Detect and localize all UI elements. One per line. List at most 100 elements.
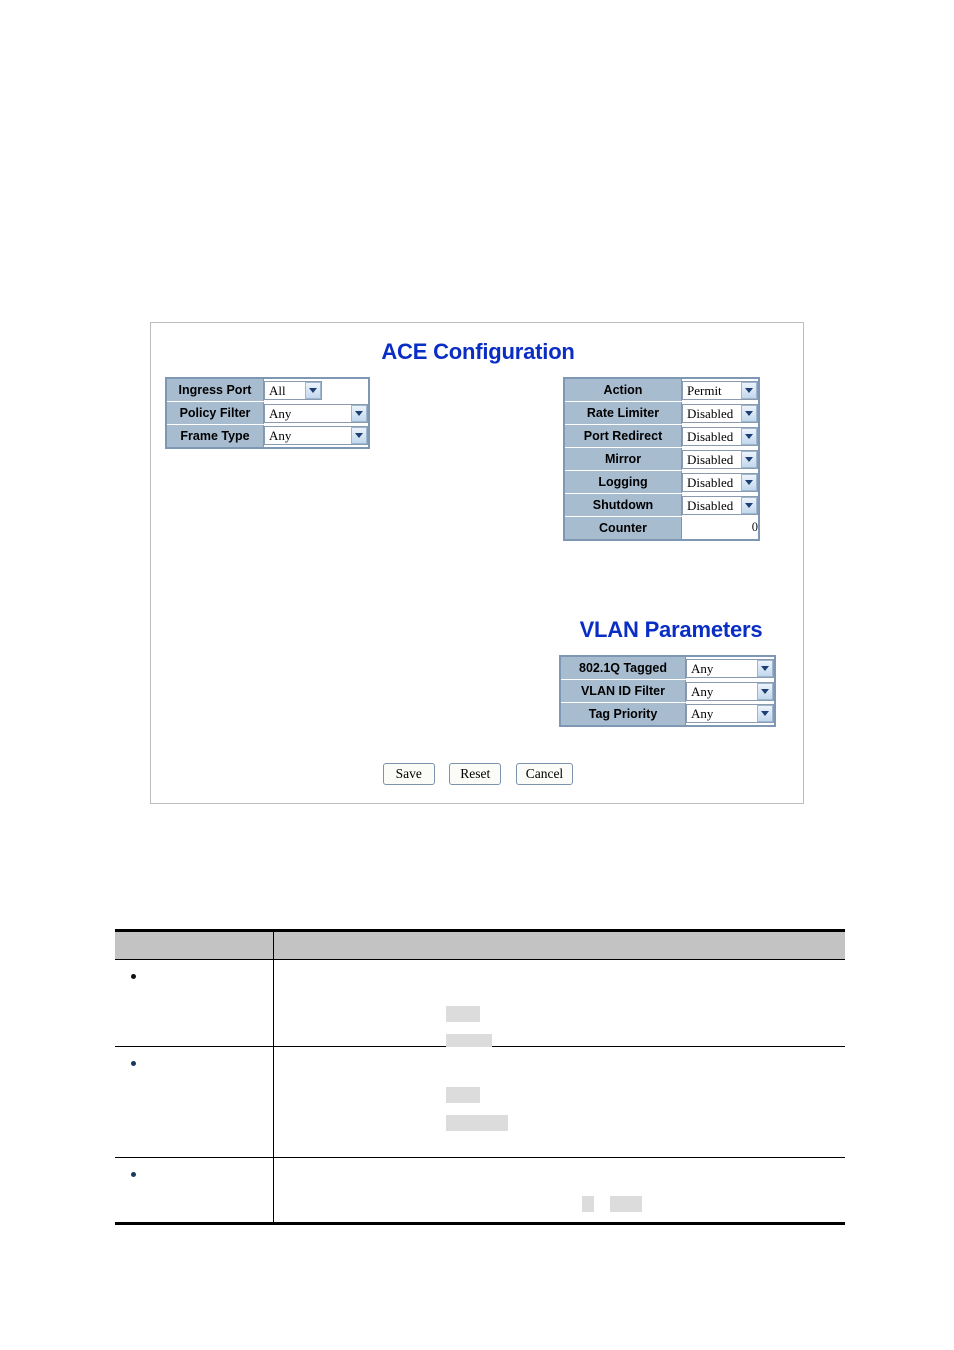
label-tag-priority: Tag Priority (559, 702, 686, 727)
table-row: Mirror Disabled (563, 447, 759, 471)
table-row (115, 959, 845, 1050)
cell-action-value: Permit (681, 378, 759, 402)
row-3-description-cell (273, 1157, 845, 1225)
tag-priority-select[interactable]: Any (686, 704, 774, 724)
vlan-id-filter-select[interactable]: Any (686, 681, 774, 701)
port-redirect-select-value: Disabled (687, 428, 734, 444)
frame-type-select-value: Any (269, 428, 292, 444)
chevron-down-icon[interactable] (757, 705, 773, 723)
policy-filter-select[interactable]: Any (264, 403, 368, 423)
label-8021q-tagged: 802.1Q Tagged (559, 655, 686, 680)
chevron-down-icon[interactable] (757, 682, 773, 700)
frame-type-select[interactable]: Any (264, 426, 368, 446)
cell-vlan-id-filter-value: Any (685, 679, 775, 703)
field-description-table (115, 929, 845, 1225)
ace-configuration-panel: ACE Configuration Ingress Port All Polic… (150, 322, 804, 804)
chevron-down-icon[interactable] (351, 404, 367, 422)
action-select[interactable]: Permit (682, 380, 758, 400)
vlan-parameters-table: 802.1Q Tagged Any VLAN ID Filter Any Tag… (559, 655, 776, 727)
cancel-button[interactable]: Cancel (515, 763, 574, 785)
rate-limiter-select[interactable]: Disabled (682, 403, 758, 423)
cell-8021q-tagged-value: Any (685, 656, 775, 680)
8021q-tagged-select-value: Any (691, 660, 714, 676)
table-row: Rate Limiter Disabled (563, 401, 759, 425)
table-row: Frame Type Any (165, 424, 369, 449)
table-row: Logging Disabled (563, 470, 759, 494)
table-row: VLAN ID Filter Any (559, 679, 775, 703)
save-button[interactable]: Save (382, 763, 435, 785)
chevron-down-icon[interactable] (741, 381, 757, 399)
label-port-redirect: Port Redirect (563, 424, 682, 448)
action-select-value: Permit (687, 382, 722, 398)
table-header-row (115, 929, 845, 960)
label-vlan-id-filter: VLAN ID Filter (559, 679, 686, 703)
bullet-icon (131, 1172, 136, 1177)
table-row: Shutdown Disabled (563, 493, 759, 517)
row-1-description-cell (273, 959, 845, 1050)
redacted-text-block (581, 1196, 594, 1212)
table-row: 802.1Q Tagged Any (559, 655, 775, 680)
label-rate-limiter: Rate Limiter (563, 401, 682, 425)
mirror-select[interactable]: Disabled (682, 449, 758, 469)
chevron-down-icon[interactable] (351, 427, 367, 445)
table-row: Tag Priority Any (559, 702, 775, 727)
chevron-down-icon[interactable] (741, 427, 757, 445)
vlan-id-filter-select-value: Any (691, 683, 714, 699)
redacted-text-block (609, 1196, 642, 1212)
cell-mirror-value: Disabled (681, 447, 759, 471)
shutdown-select[interactable]: Disabled (682, 495, 758, 515)
tag-priority-select-value: Any (691, 706, 714, 722)
counter-value: 0 (681, 516, 759, 540)
redacted-text-block (445, 1115, 508, 1131)
chevron-down-icon[interactable] (757, 659, 773, 677)
cell-policy-filter-value: Any (263, 401, 369, 425)
chevron-down-icon[interactable] (741, 404, 757, 422)
redacted-text-block (445, 1006, 480, 1022)
row-3-object-cell (115, 1157, 274, 1225)
label-action: Action (563, 377, 682, 402)
cell-ingress-port-value: All (263, 378, 369, 402)
label-mirror: Mirror (563, 447, 682, 471)
bullet-icon (131, 1061, 136, 1066)
rate-limiter-select-value: Disabled (687, 405, 734, 421)
8021q-tagged-select[interactable]: Any (686, 658, 774, 678)
ingress-port-select-value: All (269, 382, 286, 398)
chevron-down-icon[interactable] (305, 381, 321, 399)
ingress-port-select[interactable]: All (264, 380, 322, 400)
cell-shutdown-value: Disabled (681, 493, 759, 517)
vlan-parameters-title: VLAN Parameters (579, 617, 763, 642)
label-counter: Counter (563, 516, 682, 541)
label-ingress-port: Ingress Port (165, 377, 264, 402)
column-header-description (273, 929, 845, 960)
label-logging: Logging (563, 470, 682, 494)
table-row: Ingress Port All (165, 377, 369, 402)
cell-logging-value: Disabled (681, 470, 759, 494)
form-button-row: Save Reset Cancel (151, 763, 805, 785)
chevron-down-icon[interactable] (741, 473, 757, 491)
cell-port-redirect-value: Disabled (681, 424, 759, 448)
label-shutdown: Shutdown (563, 493, 682, 517)
reset-button[interactable]: Reset (449, 763, 502, 785)
row-2-object-cell (115, 1046, 274, 1158)
mirror-select-value: Disabled (687, 451, 734, 467)
ace-action-parameters-table: Action Permit Rate Limiter Disabled Port… (563, 377, 760, 541)
logging-select[interactable]: Disabled (682, 472, 758, 492)
shutdown-select-value: Disabled (687, 497, 734, 513)
ace-left-parameters-table: Ingress Port All Policy Filter Any Frame… (165, 377, 370, 449)
label-policy-filter: Policy Filter (165, 401, 264, 425)
page-title: ACE Configuration (381, 339, 575, 364)
label-frame-type: Frame Type (165, 424, 264, 449)
chevron-down-icon[interactable] (741, 496, 757, 514)
row-2-description-cell (273, 1046, 845, 1158)
table-row: Counter 0 (563, 516, 759, 541)
table-row: Policy Filter Any (165, 401, 369, 425)
chevron-down-icon[interactable] (741, 450, 757, 468)
logging-select-value: Disabled (687, 474, 734, 490)
port-redirect-select[interactable]: Disabled (682, 426, 758, 446)
bullet-icon (131, 974, 136, 979)
cell-frame-type-value: Any (263, 424, 369, 448)
policy-filter-select-value: Any (269, 405, 292, 421)
cell-tag-priority-value: Any (685, 702, 775, 726)
redacted-text-block (445, 1087, 480, 1103)
table-row (115, 1157, 845, 1225)
